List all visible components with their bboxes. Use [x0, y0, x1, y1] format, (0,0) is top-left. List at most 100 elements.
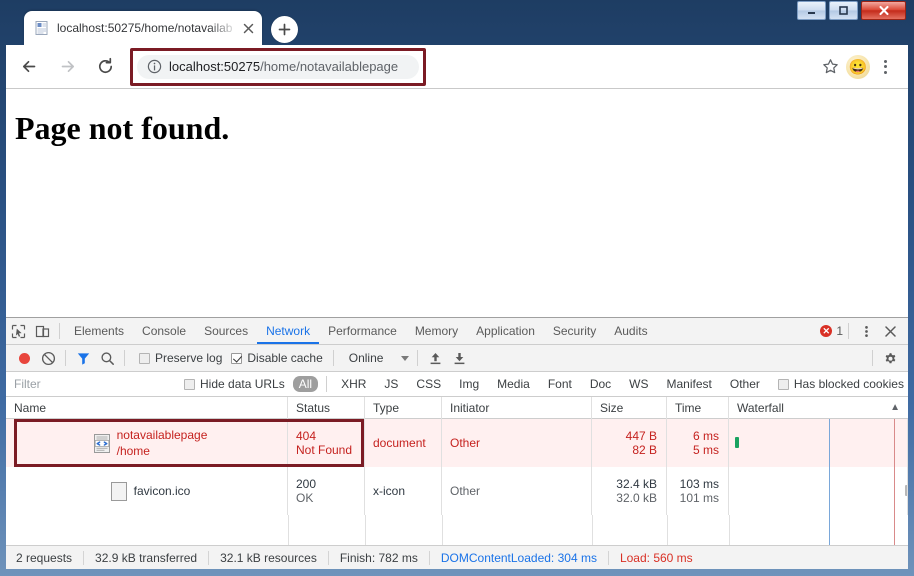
- tab-application[interactable]: Application: [467, 318, 544, 344]
- preserve-log-checkbox[interactable]: Preserve log: [139, 351, 222, 365]
- request-type: document: [373, 436, 426, 450]
- summary-transferred: 32.9 kB transferred: [84, 550, 210, 565]
- filter-type-doc[interactable]: Doc: [584, 376, 617, 392]
- has-blocked-cookies-checkbox[interactable]: Has blocked cookies: [777, 377, 904, 391]
- divider: [417, 350, 419, 366]
- cell-name-lines: notavailablepage /home: [117, 428, 208, 458]
- chevron-down-icon: [401, 355, 410, 361]
- cell-name[interactable]: notavailablepage /home: [6, 419, 288, 467]
- tab-strip: localhost:50275/home/notavailab: [6, 11, 908, 47]
- filter-type-other[interactable]: Other: [724, 376, 766, 392]
- clear-network-log-button[interactable]: [36, 346, 60, 370]
- url-host: localhost:50275: [169, 59, 261, 74]
- tab-performance[interactable]: Performance: [319, 318, 406, 344]
- search-network-button[interactable]: [95, 346, 119, 370]
- column-divider: [365, 515, 366, 545]
- devtools-more-options-button[interactable]: [854, 319, 878, 343]
- filter-type-ws[interactable]: WS: [623, 376, 654, 392]
- address-bar[interactable]: localhost:50275/home/notavailablepage: [137, 54, 419, 79]
- column-header-type[interactable]: Type: [365, 397, 442, 419]
- disable-cache-checkbox[interactable]: Disable cache: [231, 351, 323, 365]
- avatar-emoji: 😀: [848, 58, 868, 76]
- throttling-select[interactable]: Online: [349, 351, 410, 365]
- filter-type-css[interactable]: CSS: [410, 376, 447, 392]
- column-header-waterfall[interactable]: Waterfall ▲: [729, 397, 908, 419]
- document-code-icon: [93, 433, 110, 453]
- dom-content-loaded-line: [829, 515, 830, 545]
- filter-type-xhr[interactable]: XHR: [335, 376, 372, 392]
- network-settings-button[interactable]: [878, 346, 902, 370]
- divider: [872, 350, 873, 366]
- devtools-tabbar: Elements Console Sources Network Perform…: [6, 318, 908, 345]
- record-network-log-button[interactable]: [12, 346, 36, 370]
- latency-time: 5 ms: [692, 443, 719, 457]
- resource-size: 82 B: [632, 443, 657, 457]
- inspect-element-button[interactable]: [6, 319, 30, 343]
- request-name: notavailablepage: [116, 428, 208, 442]
- tab-security[interactable]: Security: [544, 318, 605, 344]
- plus-icon: [278, 23, 291, 36]
- transfer-size: 32.4 kB: [616, 477, 657, 491]
- tab-sources[interactable]: Sources: [195, 318, 257, 344]
- filter-input[interactable]: [14, 377, 184, 391]
- hide-data-urls-checkbox[interactable]: Hide data URLs: [184, 377, 285, 391]
- total-time: 6 ms: [692, 429, 719, 443]
- filter-type-all[interactable]: All: [292, 376, 319, 392]
- tab-elements[interactable]: Elements: [65, 318, 133, 344]
- toggle-device-toolbar-button[interactable]: [30, 319, 54, 343]
- column-header-status[interactable]: Status: [288, 397, 365, 419]
- column-header-time[interactable]: Time: [667, 397, 729, 419]
- table-row[interactable]: favicon.ico 200 OK x-icon Other 32.4 kB: [6, 467, 908, 515]
- filter-type-font[interactable]: Font: [542, 376, 578, 392]
- tab-console[interactable]: Console: [133, 318, 195, 344]
- devtools-close-button[interactable]: [878, 319, 902, 343]
- error-badge[interactable]: ✕ 1: [820, 324, 843, 338]
- tab-close-button[interactable]: [240, 20, 256, 36]
- column-header-size[interactable]: Size: [592, 397, 667, 419]
- browser-tab[interactable]: localhost:50275/home/notavailab: [24, 11, 262, 45]
- divider: [326, 376, 328, 392]
- tab-title: localhost:50275/home/notavailab: [57, 21, 233, 35]
- tab-memory[interactable]: Memory: [406, 318, 467, 344]
- forward-button[interactable]: [52, 52, 82, 82]
- transfer-size: 447 B: [625, 429, 657, 443]
- column-divider: [442, 515, 443, 545]
- network-table-body: notavailablepage /home 404 Not Found doc…: [6, 419, 908, 545]
- new-tab-button[interactable]: [271, 16, 298, 43]
- info-circle-icon[interactable]: [147, 59, 162, 74]
- url-path: /home/notavailablepage: [260, 59, 399, 74]
- column-header-waterfall-label: Waterfall: [737, 400, 784, 415]
- status-code: 404: [296, 429, 317, 443]
- column-header-name[interactable]: Name: [6, 397, 288, 419]
- profile-avatar[interactable]: 😀: [846, 54, 870, 79]
- column-divider: [288, 515, 289, 545]
- table-row[interactable]: notavailablepage /home 404 Not Found doc…: [6, 419, 908, 467]
- network-request-table: Name Status Type Initiator Size Time Wat…: [6, 397, 908, 569]
- cell-waterfall: [729, 419, 908, 467]
- filter-type-js[interactable]: JS: [378, 376, 404, 392]
- export-har-button[interactable]: [447, 346, 471, 370]
- tab-network[interactable]: Network: [257, 318, 319, 344]
- back-button[interactable]: [14, 52, 44, 82]
- checkbox-box: [139, 352, 150, 364]
- clear-prohibited-icon: [41, 351, 55, 365]
- filter-type-manifest[interactable]: Manifest: [661, 376, 718, 392]
- filter-type-img[interactable]: Img: [453, 376, 485, 392]
- close-icon: [243, 23, 253, 33]
- toggle-filter-button[interactable]: [71, 346, 95, 370]
- column-header-initiator[interactable]: Initiator: [442, 397, 592, 419]
- cell-name[interactable]: favicon.ico: [6, 467, 288, 515]
- import-har-button[interactable]: [423, 346, 447, 370]
- total-time: 103 ms: [679, 477, 719, 491]
- reload-button[interactable]: [90, 52, 120, 82]
- resource-size: 32.0 kB: [616, 491, 657, 505]
- waterfall-bar: [735, 437, 739, 448]
- browser-menu-button[interactable]: [872, 53, 898, 81]
- load-event-line: [894, 467, 895, 515]
- network-toolbar: Preserve log Disable cache Online: [6, 345, 908, 372]
- tab-audits[interactable]: Audits: [605, 318, 656, 344]
- bookmark-star-button[interactable]: [816, 53, 844, 81]
- search-icon: [100, 351, 114, 365]
- summary-load: Load: 560 ms: [619, 550, 693, 565]
- filter-type-media[interactable]: Media: [491, 376, 536, 392]
